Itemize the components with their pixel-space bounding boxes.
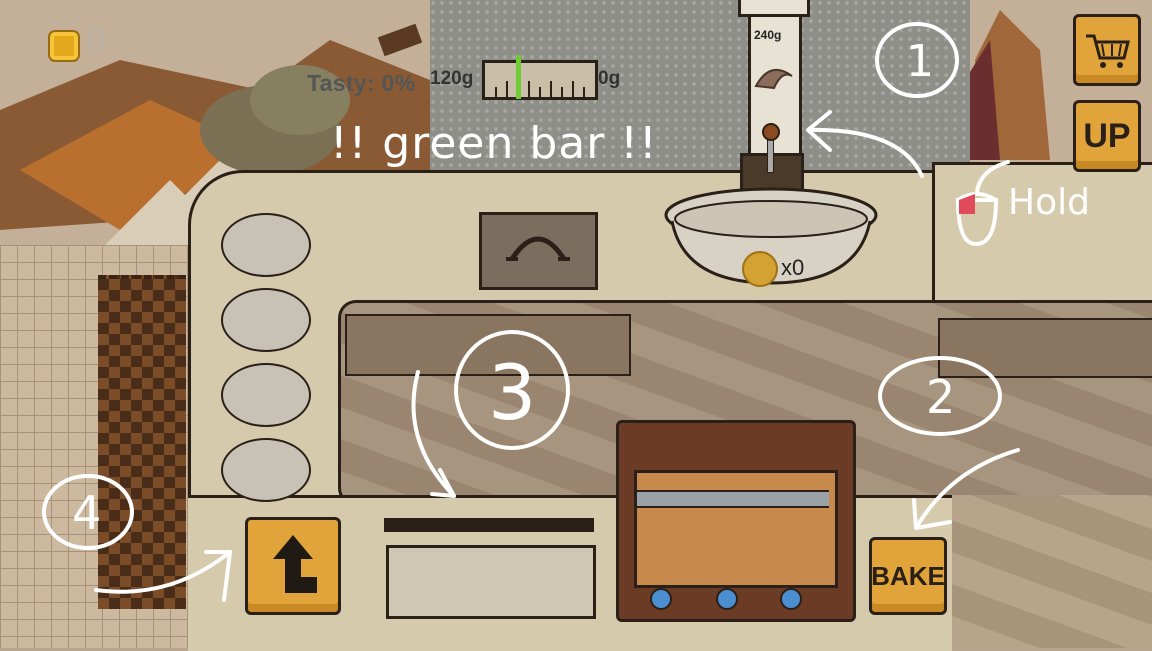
step-4-label: 4	[72, 486, 102, 540]
coin-icon	[48, 30, 80, 62]
oven-rack-top	[637, 476, 829, 492]
weight-left-label: 120g	[430, 68, 474, 89]
lower-right-floor	[952, 495, 1152, 648]
oven-knob-3	[780, 588, 802, 610]
ingredient-slot-3[interactable]	[221, 363, 311, 427]
output-tray[interactable]	[386, 545, 596, 619]
step-1-label: 1	[906, 36, 934, 87]
tasty-label: Tasty: 0%	[307, 70, 416, 96]
oven-knob-1	[650, 588, 672, 610]
bake-button[interactable]: BAKE	[869, 537, 947, 615]
cart-icon	[1086, 34, 1130, 68]
dispenser-cap	[738, 0, 810, 17]
rug	[98, 275, 186, 609]
green-bar-annotation: !! green bar !!	[330, 118, 658, 169]
shop-button[interactable]	[1073, 14, 1141, 86]
step-3-label: 3	[488, 348, 537, 437]
dispenser-label: 240g	[754, 28, 782, 42]
cookie-count: x0	[781, 255, 805, 280]
floor-strip-right	[938, 318, 1152, 378]
dispenser-knob[interactable]	[762, 123, 780, 141]
weight-gauge	[482, 55, 598, 100]
ingredient-slot-4[interactable]	[221, 438, 311, 502]
oven-knob-2	[716, 588, 738, 610]
ingredient-slot-1[interactable]	[221, 213, 311, 277]
gauge-green-bar	[516, 55, 521, 99]
scale-icon	[506, 236, 570, 261]
step-2-label: 2	[926, 370, 956, 424]
progress-bar	[384, 518, 594, 532]
weight-right-label: 0g	[598, 68, 621, 89]
coin-count: 0	[88, 24, 105, 57]
hold-annotation: Hold	[1008, 182, 1090, 223]
scale[interactable]	[479, 212, 598, 290]
cookie-icon	[742, 251, 778, 287]
ingredient-slot-2[interactable]	[221, 288, 311, 352]
croissant-icon	[754, 68, 793, 90]
back-button[interactable]	[245, 517, 341, 615]
upgrade-button[interactable]: UP	[1073, 100, 1141, 172]
oven-rack-middle	[637, 492, 829, 508]
back-arrow-icon	[273, 535, 317, 593]
